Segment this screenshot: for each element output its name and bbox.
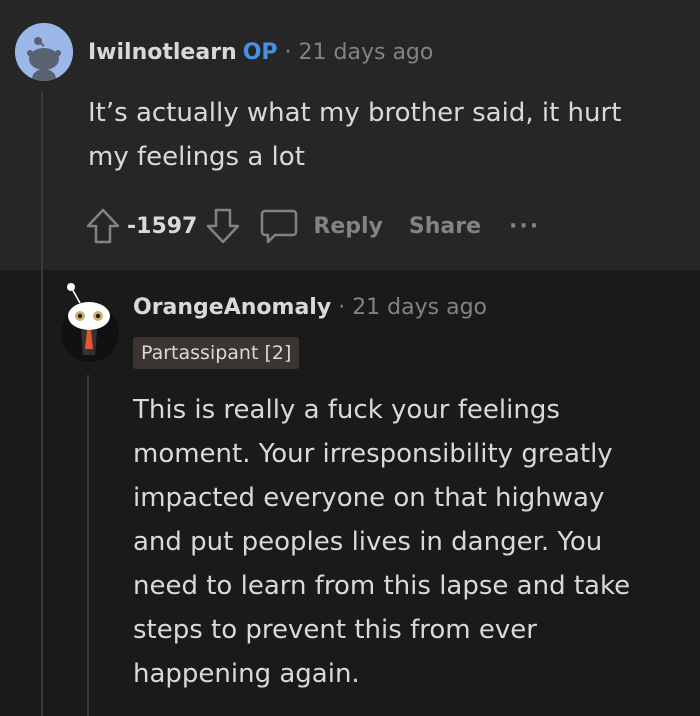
comment1-timestamp[interactable]: 21 days ago [299, 40, 434, 65]
user-flair: Partassipant [2] [133, 337, 300, 369]
meta-separator: · [284, 40, 292, 65]
comment2-line: This is really a fuck your feelings [133, 395, 560, 425]
share-button[interactable]: Share [409, 214, 481, 239]
thread-line-1[interactable] [41, 92, 43, 716]
user-avatar-orangeanomaly[interactable] [60, 283, 120, 363]
ellipsis-icon[interactable]: ··· [509, 214, 540, 239]
comment1-line: It’s actually what my brother said, it h… [88, 98, 622, 128]
reply-button[interactable]: Reply [259, 207, 383, 245]
user-avatar-iwilnotlearn[interactable] [15, 23, 73, 81]
snoo-avatar-icon [15, 23, 73, 81]
speech-bubble-icon [259, 207, 299, 245]
comment2-line: need to learn from this lapse and take [133, 571, 631, 601]
snoo-avatar-icon [61, 283, 119, 362]
comment1-line: my feelings a lot [88, 142, 305, 172]
thread-line-2[interactable] [87, 375, 89, 716]
comment2-timestamp[interactable]: 21 days ago [352, 295, 487, 320]
vote-score: -1597 [127, 213, 198, 239]
comment1-actions: -1597 Reply Share ··· [85, 203, 540, 249]
comment2-line: moment. Your irresponsibility greatly [133, 439, 613, 469]
comment2-username[interactable]: OrangeAnomaly [133, 295, 331, 320]
comment2-body: This is really a fuck your feelings mome… [133, 388, 630, 696]
arrow-up-icon[interactable] [85, 206, 121, 246]
comment2-meta: OrangeAnomaly · 21 days ago [133, 295, 487, 320]
reply-label: Reply [313, 213, 383, 239]
arrow-down-icon[interactable] [205, 206, 241, 246]
comment2-line: and put peoples lives in danger. You [133, 527, 603, 557]
comment2-line: happening again. [133, 659, 360, 689]
comment1-username[interactable]: Iwilnotlearn [88, 40, 237, 65]
comment1-body: It’s actually what my brother said, it h… [88, 91, 621, 179]
comment1-meta: Iwilnotlearn OP · 21 days ago [88, 40, 433, 65]
comment2-line: steps to prevent this from ever [133, 615, 537, 645]
comment2-line: impacted everyone on that highway [133, 483, 605, 513]
meta-separator: · [338, 295, 346, 320]
op-badge: OP [242, 40, 278, 65]
